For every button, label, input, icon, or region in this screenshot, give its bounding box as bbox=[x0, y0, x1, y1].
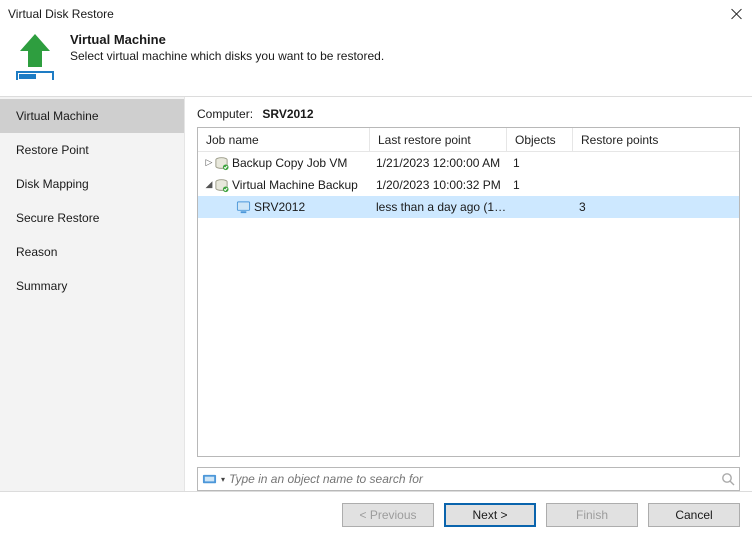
row-objects: 1 bbox=[507, 156, 573, 170]
vm-icon bbox=[236, 200, 251, 215]
collapse-icon[interactable]: ◢ bbox=[204, 180, 214, 191]
titlebar: Virtual Disk Restore bbox=[0, 0, 752, 28]
header: Virtual Machine Select virtual machine w… bbox=[0, 28, 752, 96]
close-icon[interactable] bbox=[730, 7, 744, 21]
computer-line: Computer: SRV2012 bbox=[197, 107, 740, 121]
computer-label: Computer: bbox=[197, 107, 253, 121]
sidebar-item-secure-restore[interactable]: Secure Restore bbox=[0, 201, 184, 235]
row-restore-points: 3 bbox=[573, 200, 739, 214]
finish-button: Finish bbox=[546, 503, 638, 527]
search-icon[interactable] bbox=[717, 472, 739, 486]
expand-icon[interactable]: ▷ bbox=[204, 158, 214, 169]
page-subtitle: Select virtual machine which disks you w… bbox=[70, 49, 384, 63]
column-header-restore-points[interactable]: Restore points bbox=[573, 128, 739, 152]
work-area: Virtual Machine Restore Point Disk Mappi… bbox=[0, 97, 752, 491]
grid-body: ▷ Backup Copy Job VM 1/21/2023 12:00:00 AM… bbox=[198, 152, 739, 218]
sidebar-item-reason[interactable]: Reason bbox=[0, 235, 184, 269]
sidebar-item-virtual-machine[interactable]: Virtual Machine bbox=[0, 99, 184, 133]
table-row[interactable]: ▷ Backup Copy Job VM 1/21/2023 12:00:00 AM… bbox=[198, 152, 739, 174]
column-header-job-name[interactable]: Job name bbox=[198, 128, 370, 152]
sidebar: Virtual Machine Restore Point Disk Mappi… bbox=[0, 97, 185, 491]
computer-value: SRV2012 bbox=[262, 107, 313, 121]
row-last-restore-point: less than a day ago (1… bbox=[370, 200, 507, 214]
sidebar-item-label: Summary bbox=[16, 279, 67, 293]
cancel-button[interactable]: Cancel bbox=[648, 503, 740, 527]
job-icon bbox=[214, 178, 229, 193]
search-bar: ▾ bbox=[197, 467, 740, 491]
wizard-icon bbox=[10, 32, 60, 80]
filter-type-icon[interactable] bbox=[198, 468, 220, 490]
window-title: Virtual Disk Restore bbox=[8, 7, 114, 21]
next-button[interactable]: Next > bbox=[444, 503, 536, 527]
vm-grid: Job name Last restore point Objects Rest… bbox=[197, 127, 740, 457]
grid-header: Job name Last restore point Objects Rest… bbox=[198, 128, 739, 152]
sidebar-item-label: Restore Point bbox=[16, 143, 89, 157]
row-name: Virtual Machine Backup bbox=[232, 178, 358, 192]
row-last-restore-point: 1/21/2023 12:00:00 AM bbox=[370, 156, 507, 170]
row-last-restore-point: 1/20/2023 10:00:32 PM bbox=[370, 178, 507, 192]
previous-button: < Previous bbox=[342, 503, 434, 527]
search-input[interactable] bbox=[229, 469, 717, 489]
table-row[interactable]: ◢ Virtual Machine Backup 1/20/2023 10:00:3… bbox=[198, 174, 739, 196]
row-objects: 1 bbox=[507, 178, 573, 192]
main-panel: Computer: SRV2012 Job name Last restore … bbox=[185, 97, 752, 491]
sidebar-item-label: Virtual Machine bbox=[16, 109, 99, 123]
sidebar-item-label: Disk Mapping bbox=[16, 177, 89, 191]
row-name: Backup Copy Job VM bbox=[232, 156, 347, 170]
chevron-down-icon[interactable]: ▾ bbox=[221, 475, 225, 484]
page-title: Virtual Machine bbox=[70, 32, 384, 47]
sidebar-item-restore-point[interactable]: Restore Point bbox=[0, 133, 184, 167]
header-text: Virtual Machine Select virtual machine w… bbox=[70, 32, 384, 63]
sidebar-item-label: Reason bbox=[16, 245, 57, 259]
sidebar-item-label: Secure Restore bbox=[16, 211, 99, 225]
column-header-last-restore-point[interactable]: Last restore point bbox=[370, 128, 507, 152]
table-row[interactable]: SRV2012 less than a day ago (1… 3 bbox=[198, 196, 739, 218]
column-header-objects[interactable]: Objects bbox=[507, 128, 573, 152]
sidebar-item-summary[interactable]: Summary bbox=[0, 269, 184, 303]
job-icon bbox=[214, 156, 229, 171]
wizard-actions: < Previous Next > Finish Cancel bbox=[0, 491, 752, 537]
sidebar-item-disk-mapping[interactable]: Disk Mapping bbox=[0, 167, 184, 201]
row-name: SRV2012 bbox=[254, 200, 305, 214]
